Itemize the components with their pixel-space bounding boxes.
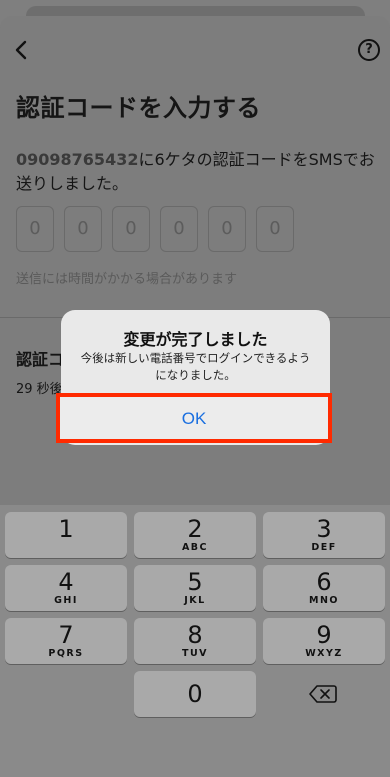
key-4[interactable]: 4 GHI bbox=[5, 565, 127, 611]
sms-description: 09098765432に6ケタの認証コードをSMSでお送りしました。 bbox=[16, 148, 376, 196]
key-digit: 0 bbox=[187, 680, 203, 708]
chevron-left-icon bbox=[15, 40, 27, 60]
key-letters: DEF bbox=[311, 542, 337, 553]
code-digit-box[interactable]: 0 bbox=[160, 206, 198, 252]
resend-title: 認証コ bbox=[16, 350, 65, 369]
help-button[interactable]: ? bbox=[358, 39, 380, 61]
numeric-keypad: 1 2 ABC 3 DEF 4 GHI 5 JKL 6 MNO 7 PQRS 8… bbox=[0, 505, 390, 777]
key-digit: 4 bbox=[58, 568, 74, 596]
key-5[interactable]: 5 JKL bbox=[134, 565, 256, 611]
code-digit-box[interactable]: 0 bbox=[256, 206, 294, 252]
key-2[interactable]: 2 ABC bbox=[134, 512, 256, 558]
key-8[interactable]: 8 TUV bbox=[134, 618, 256, 664]
key-letters: TUV bbox=[181, 648, 209, 659]
key-digit: 5 bbox=[187, 568, 203, 596]
code-digit-box[interactable]: 0 bbox=[208, 206, 246, 252]
code-digit-box[interactable]: 0 bbox=[64, 206, 102, 252]
key-letters: MNO bbox=[309, 595, 339, 606]
backspace-icon bbox=[309, 685, 337, 703]
key-digit: 6 bbox=[316, 568, 332, 596]
ok-button[interactable]: OK bbox=[60, 397, 328, 439]
key-digit: 8 bbox=[187, 621, 203, 649]
key-digit: 2 bbox=[187, 515, 203, 543]
code-digit-box[interactable]: 0 bbox=[112, 206, 150, 252]
key-0[interactable]: 0 bbox=[134, 671, 256, 717]
send-delay-hint: 送信には時間がかかる場合があります bbox=[16, 272, 238, 287]
alert-message: 今後は新しい電話番号でログインできるようになりました。 bbox=[80, 351, 311, 382]
page-title: 認証コードを入力する bbox=[16, 94, 261, 122]
key-letters: PQRS bbox=[48, 648, 84, 659]
ok-highlight-box: OK bbox=[56, 393, 332, 443]
key-letters: JKL bbox=[184, 595, 206, 606]
key-7[interactable]: 7 PQRS bbox=[5, 618, 127, 664]
key-digit: 3 bbox=[316, 515, 332, 543]
key-digit: 1 bbox=[58, 515, 74, 543]
code-digit-box[interactable]: 0 bbox=[16, 206, 54, 252]
key-9[interactable]: 9 WXYZ bbox=[263, 618, 385, 664]
key-letters: GHI bbox=[54, 595, 78, 606]
alert-title: 変更が完了しました bbox=[123, 330, 268, 349]
back-button[interactable] bbox=[10, 38, 34, 62]
key-letters: WXYZ bbox=[305, 648, 343, 659]
key-3[interactable]: 3 DEF bbox=[263, 512, 385, 558]
key-digit: 7 bbox=[58, 621, 74, 649]
phone-number: 09098765432 bbox=[16, 150, 139, 169]
key-digit: 9 bbox=[316, 621, 332, 649]
delete-button[interactable] bbox=[262, 671, 384, 717]
key-1[interactable]: 1 bbox=[5, 512, 127, 558]
key-letters: ABC bbox=[181, 542, 209, 553]
question-circle-icon: ? bbox=[365, 42, 373, 57]
key-6[interactable]: 6 MNO bbox=[263, 565, 385, 611]
code-input-row: 0 0 0 0 0 0 bbox=[16, 206, 294, 252]
